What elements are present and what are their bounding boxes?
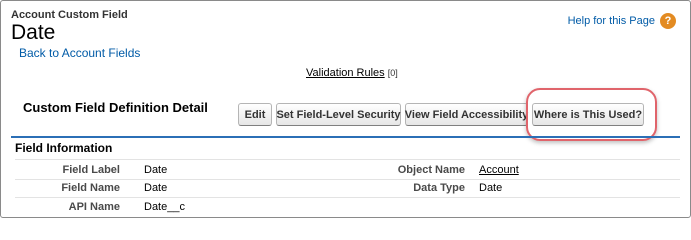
page-subtitle: Account Custom Field [11, 9, 128, 21]
field-name-value: Date [144, 182, 168, 194]
object-name-value: Account [479, 164, 519, 176]
data-type-label: Data Type [413, 182, 465, 194]
object-name-link[interactable]: Account [479, 164, 519, 176]
field-name-label: Field Name [61, 182, 120, 194]
section-title: Custom Field Definition Detail [23, 100, 208, 115]
validation-rules-related-link: Validation Rules [0] [306, 67, 398, 79]
row-divider [15, 197, 680, 198]
field-label-label: Field Label [62, 164, 120, 176]
help-area: Help for this Page ? [568, 13, 676, 29]
help-link[interactable]: Help for this Page [568, 15, 655, 27]
section-divider [11, 136, 680, 138]
object-name-label: Object Name [397, 164, 465, 176]
page-title: Date [11, 21, 56, 44]
where-is-this-used-button[interactable]: Where is This Used? [532, 103, 644, 126]
question-mark-icon[interactable]: ? [660, 13, 676, 29]
set-field-level-security-button[interactable]: Set Field-Level Security [276, 103, 401, 126]
row-divider [15, 159, 680, 160]
api-name-value: Date__c [144, 201, 185, 213]
edit-button[interactable]: Edit [238, 103, 272, 126]
data-type-value: Date [479, 182, 503, 194]
back-to-fields-link[interactable]: Back to Account Fields [19, 46, 140, 60]
row-divider [15, 179, 680, 180]
validation-rules-count: [0] [387, 68, 398, 78]
page-frame: Account Custom Field Date Back to Accoun… [0, 0, 691, 218]
field-information-title: Field Information [15, 141, 113, 155]
field-label-value: Date [144, 164, 168, 176]
api-name-label: API Name [68, 201, 120, 213]
view-field-accessibility-button[interactable]: View Field Accessibility [405, 103, 528, 126]
validation-rules-link[interactable]: Validation Rules [306, 67, 385, 79]
